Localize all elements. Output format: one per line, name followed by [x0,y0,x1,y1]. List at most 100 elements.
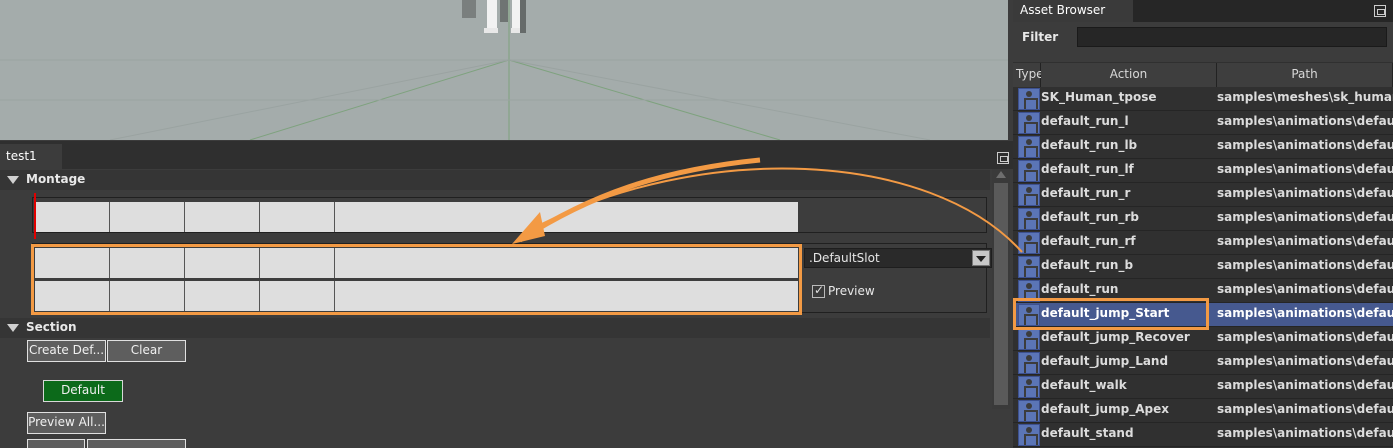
create-default-button[interactable]: Create Def... [27,340,106,362]
column-header-path[interactable]: Path [1217,63,1393,87]
animation-icon [1018,376,1040,398]
asset-action-name: default_walk [1041,378,1127,392]
asset-path: samples\animations\default... [1217,234,1393,248]
asset-action-name: default_run_l [1041,114,1129,128]
animation-icon [1018,136,1040,158]
filter-input[interactable] [1077,27,1387,47]
animation-icon [1018,280,1040,302]
animation-icon [1018,88,1040,110]
asset-path: samples\meshes\sk_human... [1217,90,1393,104]
asset-path: samples\animations\default... [1217,186,1393,200]
asset-browser-titlebar: Asset Browser [1013,0,1393,22]
asset-path: samples\animations\default... [1217,162,1393,176]
default-section-chip[interactable]: Default [43,380,123,402]
filter-label: Filter [1022,30,1059,44]
asset-action-name: default_run_rf [1041,234,1136,248]
extra-button-2[interactable] [87,439,186,448]
asset-browser-panel: Asset Browser Filter Type Action Path SK… [1013,0,1393,448]
asset-action-name: default_jump_Recover [1041,330,1190,344]
asset-action-name: default_run_b [1041,258,1134,272]
preview-all-button[interactable]: Preview All... [27,412,106,434]
asset-path: samples\animations\default... [1217,402,1393,416]
montage-panel: Montage .DefaultSlot ✓ Preview Section C… [0,169,1013,448]
scene-viewport[interactable] [0,0,1008,140]
asset-action-name: default_run_r [1041,186,1131,200]
asset-list-item[interactable]: default_run_rf samples\animations\default… [1013,231,1393,255]
asset-path: samples\animations\default... [1217,330,1393,344]
extra-button-1[interactable] [27,439,85,448]
column-header-type[interactable]: Type [1013,63,1044,87]
asset-list-item[interactable]: default_jump_Apex samples\animations\defa… [1013,399,1393,423]
asset-action-name: default_run_lf [1041,162,1134,176]
asset-list-item[interactable]: default_jump_Recover samples\animations\d… [1013,327,1393,351]
asset-action-name: SK_Human_tpose [1041,90,1157,104]
animation-icon [1018,328,1040,350]
pin-icon[interactable] [1374,5,1386,17]
section-section-header[interactable]: Section [0,318,990,338]
pin-icon[interactable] [997,152,1009,164]
asset-action-name: default_jump_Land [1041,354,1169,368]
asset-path: samples\animations\default... [1217,378,1393,392]
animation-icon [1018,400,1040,422]
filter-row: Filter [1013,22,1393,62]
slot-dropdown-value: .DefaultSlot [809,251,880,265]
asset-list-item[interactable]: default_run_lb samples\animations\default… [1013,135,1393,159]
montage-section-title: Montage [26,172,86,186]
montage-tab-bar: test1 [0,141,1013,169]
asset-path: samples\animations\default... [1217,306,1393,320]
column-header-action[interactable]: Action [1041,63,1217,87]
asset-list-item[interactable]: default_run_l samples\animations\default.… [1013,111,1393,135]
scroll-up-icon[interactable] [996,171,1006,178]
asset-list-item[interactable]: default_jump_Start samples\animations\def… [1013,303,1393,327]
animation-icon [1018,256,1040,278]
timeline-ruler[interactable] [32,197,987,233]
asset-action-name: default_run_lb [1041,138,1138,152]
animation-icon [1018,208,1040,230]
asset-list-item[interactable]: default_run_b samples\animations\default.… [1013,255,1393,279]
asset-list-item[interactable]: SK_Human_tpose samples\meshes\sk_human... [1013,87,1393,111]
montage-section-header[interactable]: Montage [0,170,990,190]
asset-action-name: default_run [1041,282,1119,296]
asset-path: samples\animations\default... [1217,354,1393,368]
viewport-grid [0,0,1008,140]
asset-action-name: default_run_rb [1041,210,1139,224]
animation-icon [1018,112,1040,134]
asset-list-item[interactable]: default_walk samples\animations\default..… [1013,375,1393,399]
asset-path: samples\animations\default... [1217,138,1393,152]
animation-icon [1018,184,1040,206]
chevron-down-icon[interactable] [972,250,990,266]
scrollbar-thumb[interactable] [994,183,1008,405]
asset-path: samples\animations\default... [1217,258,1393,272]
asset-list-item[interactable]: default_stand samples\animations\default.… [1013,423,1393,447]
asset-action-name: default_jump_Apex [1041,402,1169,416]
animation-icon [1018,304,1040,326]
asset-list-item[interactable]: default_jump_Land samples\animations\defa… [1013,351,1393,375]
preview-checkbox[interactable] [812,283,825,298]
animation-icon [1018,232,1040,254]
playhead-marker[interactable] [34,193,36,239]
asset-list-item[interactable]: default_run samples\animations\default... [1013,279,1393,303]
asset-list-item[interactable]: default_run_lf samples\animations\default… [1013,159,1393,183]
animation-icon [1018,424,1040,446]
asset-action-name: default_jump_Start [1041,306,1170,320]
tab-test1[interactable]: test1 [0,144,62,169]
asset-list-item[interactable]: default_run_r samples\animations\default.… [1013,183,1393,207]
asset-path: samples\animations\default... [1217,282,1393,296]
asset-browser-title[interactable]: Asset Browser [1013,0,1133,22]
slot-track-row[interactable] [35,248,798,278]
slot-dropdown[interactable]: .DefaultSlot [804,248,992,268]
preview-track-row[interactable] [35,281,798,311]
timeline-ruler-row [35,202,798,232]
clear-button[interactable]: Clear [107,340,186,362]
collapse-triangle-icon [7,324,19,332]
asset-action-name: default_stand [1041,426,1134,440]
collapse-triangle-icon [7,176,19,184]
animation-icon [1018,352,1040,374]
asset-list-item[interactable]: default_run_rb samples\animations\default… [1013,207,1393,231]
section-section-title: Section [26,320,77,334]
asset-path: samples\animations\default... [1217,114,1393,128]
preview-toggle[interactable]: Preview [812,283,875,298]
asset-path: samples\animations\default... [1217,426,1393,440]
montage-scrollbar[interactable] [992,169,1010,409]
animation-icon [1018,160,1040,182]
